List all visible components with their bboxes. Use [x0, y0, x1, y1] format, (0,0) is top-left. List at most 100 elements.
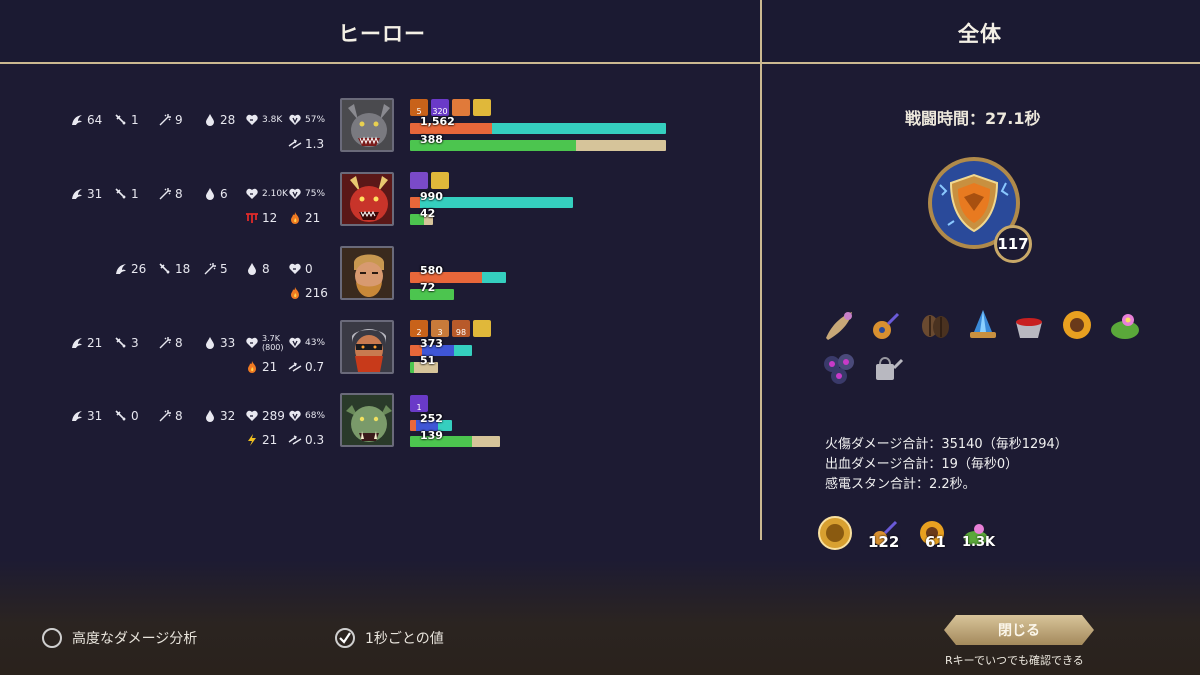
- shield-level-badge: 117: [994, 225, 1032, 263]
- radio-checked-icon[interactable]: [335, 628, 355, 648]
- drop-icon: [203, 113, 217, 127]
- fire-icon: [288, 286, 302, 300]
- sunflower-icon[interactable]: [1060, 308, 1094, 342]
- portrait-masked-rogue[interactable]: [340, 320, 394, 374]
- stat-magic: 5: [203, 261, 228, 277]
- heal-value: 388: [420, 133, 443, 146]
- claw-icon: [70, 409, 84, 423]
- feather-icon[interactable]: [822, 308, 856, 342]
- buff-fury[interactable]: 98: [452, 320, 470, 337]
- lute-icon[interactable]: [868, 308, 902, 342]
- heal-value: 51: [420, 354, 436, 367]
- rogue-portrait-icon: [342, 322, 392, 372]
- sword-icon: [114, 336, 128, 350]
- stat-kills: 21: [70, 335, 102, 351]
- panel-divider: [760, 0, 762, 540]
- buff-slash[interactable]: 2: [410, 320, 428, 337]
- buff-grasp[interactable]: [410, 172, 428, 189]
- burn-damage-total: 火傷ダメージ合計：35140（毎秒1294）: [825, 437, 1068, 452]
- radio-unchecked-icon[interactable]: [42, 628, 62, 648]
- heroes-tab-title: ヒーロー: [338, 22, 426, 46]
- fire-icon: [288, 211, 302, 225]
- portrait-bearded-warrior[interactable]: [340, 246, 394, 300]
- arrows-icon: [288, 360, 302, 374]
- stat-extra: 1.3: [288, 136, 324, 152]
- heart-icon: [245, 113, 259, 127]
- close-button[interactable]: 閉じる: [944, 615, 1094, 645]
- crystal-spire-icon[interactable]: [966, 308, 1000, 342]
- stat-hp-pct: 68%: [288, 408, 325, 424]
- wand-icon: [158, 409, 172, 423]
- hero-row-orc-brute: 31 0 8 32 289 68% 21 0.3 1 252 139: [0, 392, 760, 452]
- stat-kills: 31: [70, 408, 102, 424]
- lion-crest-icon[interactable]: [818, 516, 852, 550]
- battle-time: 戦闘時間：27.1秒: [905, 109, 1041, 128]
- buff-slash[interactable]: 5: [410, 99, 428, 116]
- heart-icon: [245, 187, 259, 201]
- buff-strike[interactable]: 3: [431, 320, 449, 337]
- watering-can-icon[interactable]: [870, 352, 904, 386]
- overall-shield-emblem[interactable]: 117: [926, 155, 1032, 263]
- header-bar: ヒーロー 全体: [0, 0, 1200, 64]
- stat-hp-pct: 57%: [288, 112, 325, 128]
- stat-hp: 2.10K: [245, 186, 288, 202]
- stat-fire: 21: [245, 359, 277, 375]
- lily-pad-icon[interactable]: [1108, 308, 1142, 342]
- portrait-werewolf[interactable]: [340, 98, 394, 152]
- lute-count: 122: [868, 533, 900, 551]
- heal-bar: [410, 140, 666, 151]
- stat-kills: 31: [70, 186, 102, 202]
- stat-hp: 3.8K: [245, 112, 282, 128]
- checkmark-icon: [339, 632, 351, 644]
- stat-drop: 28: [203, 112, 235, 128]
- hero-row-red-dragon: 31 1 8 6 2.10K 75% 12 21 990 42: [0, 170, 760, 230]
- stat-drop: 33: [203, 335, 235, 351]
- per-second-toggle[interactable]: 1秒ごとの値: [335, 628, 444, 648]
- drop-icon: [203, 336, 217, 350]
- buff-claw[interactable]: [452, 99, 470, 116]
- stat-hp: 0: [288, 261, 313, 277]
- bleed-damage-total: 出血ダメージ合計：19（毎秒0）: [825, 457, 1019, 472]
- buff-holy[interactable]: [431, 172, 449, 189]
- shield-heart-icon: [288, 409, 302, 423]
- dark-mushroom-icon[interactable]: [822, 352, 856, 386]
- sword-icon: [114, 113, 128, 127]
- stat-extra: 0.3: [288, 432, 324, 448]
- buff-arcane[interactable]: 1: [410, 395, 428, 412]
- sunflower-count: 61: [925, 533, 946, 551]
- drop-icon: [245, 262, 259, 276]
- dragon-portrait-icon: [342, 174, 392, 224]
- stat-bleed: 12: [245, 210, 277, 226]
- buff-list: 1: [410, 395, 428, 412]
- heart-icon: [288, 262, 302, 276]
- buff-arcane[interactable]: 320: [431, 99, 449, 116]
- portrait-red-dragon[interactable]: [340, 172, 394, 226]
- damage-value: 1,562: [420, 115, 455, 128]
- stat-kills: 64: [70, 112, 102, 128]
- stat-fire: 216: [288, 285, 328, 301]
- stat-melee: 3: [114, 335, 139, 351]
- coffee-beans-icon[interactable]: [918, 308, 952, 342]
- shield-heart-icon: [288, 113, 302, 127]
- buff-holy[interactable]: [473, 99, 491, 116]
- drop-icon: [203, 409, 217, 423]
- heal-value: 42: [420, 207, 436, 220]
- damage-value: 373: [420, 337, 443, 350]
- blood-bowl-icon[interactable]: [1012, 308, 1046, 342]
- warrior-portrait-icon: [342, 248, 392, 298]
- portrait-orc-brute[interactable]: [340, 393, 394, 447]
- hero-row-bearded-warrior: 26 18 5 8 0 216 580 72: [0, 245, 760, 305]
- stat-hp-pct: 43%: [288, 335, 325, 351]
- damage-value: 252: [420, 412, 443, 425]
- wand-icon: [158, 187, 172, 201]
- stat-drop: 32: [203, 408, 235, 424]
- claw-icon: [70, 336, 84, 350]
- claw-icon: [114, 262, 128, 276]
- buff-list: [410, 172, 449, 189]
- lightning-icon: [245, 433, 259, 447]
- wand-icon: [158, 336, 172, 350]
- stat-melee: 18: [158, 261, 190, 277]
- hero-row-masked-rogue: 21 3 8 33 3.7K (800) 43% 21 0.7 2 3 98 37…: [0, 318, 760, 378]
- advanced-analysis-toggle[interactable]: 高度なダメージ分析: [42, 628, 197, 648]
- buff-holy[interactable]: [473, 320, 491, 337]
